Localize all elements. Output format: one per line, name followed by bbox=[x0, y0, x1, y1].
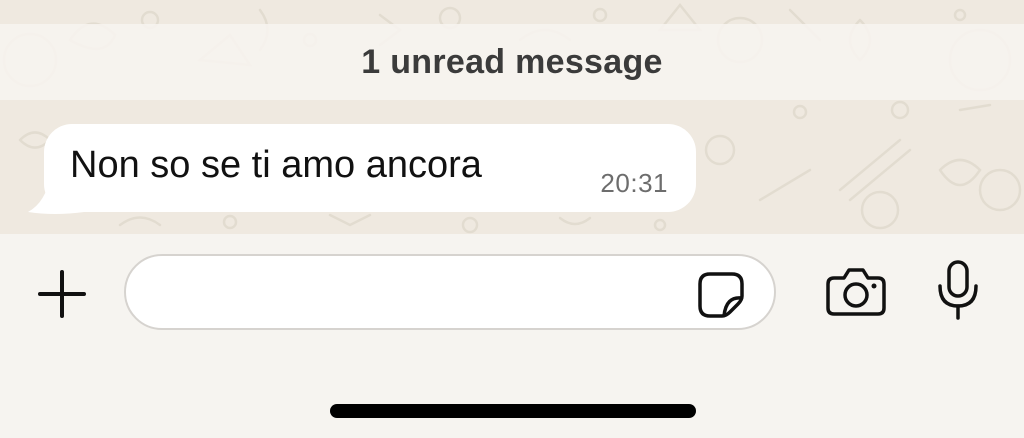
chat-area: 1 unread message Non so se ti amo ancora… bbox=[0, 0, 1024, 234]
incoming-message-bubble[interactable]: Non so se ti amo ancora 20:31 bbox=[44, 124, 696, 212]
message-text: Non so se ti amo ancora bbox=[70, 144, 482, 186]
camera-icon[interactable] bbox=[824, 264, 888, 320]
plus-icon[interactable] bbox=[34, 266, 90, 322]
message-timestamp: 20:31 bbox=[600, 168, 668, 198]
microphone-icon[interactable] bbox=[934, 258, 982, 322]
unread-count-label: 1 unread message bbox=[361, 42, 663, 81]
chat-screen: 1 unread message Non so se ti amo ancora… bbox=[0, 0, 1024, 438]
sticker-icon[interactable] bbox=[696, 270, 746, 320]
message-composer bbox=[0, 234, 1024, 438]
message-input[interactable] bbox=[124, 254, 776, 330]
unread-messages-banner: 1 unread message bbox=[0, 24, 1024, 100]
home-indicator[interactable] bbox=[330, 404, 696, 418]
